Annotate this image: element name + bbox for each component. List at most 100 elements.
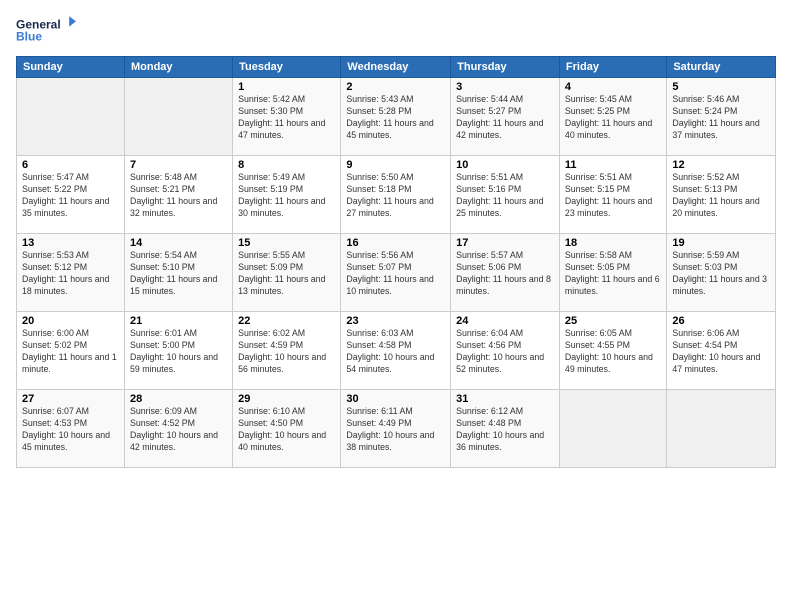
- calendar-cell: 11Sunrise: 5:51 AM Sunset: 5:15 PM Dayli…: [559, 156, 666, 234]
- day-number: 2: [346, 81, 445, 93]
- calendar-cell: 16Sunrise: 5:56 AM Sunset: 5:07 PM Dayli…: [341, 234, 451, 312]
- calendar-cell: 27Sunrise: 6:07 AM Sunset: 4:53 PM Dayli…: [17, 390, 125, 468]
- calendar-cell: 26Sunrise: 6:06 AM Sunset: 4:54 PM Dayli…: [667, 312, 776, 390]
- calendar-week-row: 1Sunrise: 5:42 AM Sunset: 5:30 PM Daylig…: [17, 78, 776, 156]
- day-info: Sunrise: 5:46 AM Sunset: 5:24 PM Dayligh…: [672, 94, 770, 142]
- calendar-cell: 21Sunrise: 6:01 AM Sunset: 5:00 PM Dayli…: [124, 312, 232, 390]
- weekday-row: SundayMondayTuesdayWednesdayThursdayFrid…: [17, 57, 776, 78]
- calendar-cell: 2Sunrise: 5:43 AM Sunset: 5:28 PM Daylig…: [341, 78, 451, 156]
- calendar-cell: 3Sunrise: 5:44 AM Sunset: 5:27 PM Daylig…: [451, 78, 560, 156]
- calendar-cell: 9Sunrise: 5:50 AM Sunset: 5:18 PM Daylig…: [341, 156, 451, 234]
- calendar-cell: 19Sunrise: 5:59 AM Sunset: 5:03 PM Dayli…: [667, 234, 776, 312]
- calendar-week-row: 13Sunrise: 5:53 AM Sunset: 5:12 PM Dayli…: [17, 234, 776, 312]
- day-number: 9: [346, 159, 445, 171]
- calendar-table: SundayMondayTuesdayWednesdayThursdayFrid…: [16, 56, 776, 468]
- weekday-header: Monday: [124, 57, 232, 78]
- day-info: Sunrise: 6:06 AM Sunset: 4:54 PM Dayligh…: [672, 328, 770, 376]
- calendar-cell: [667, 390, 776, 468]
- day-info: Sunrise: 5:55 AM Sunset: 5:09 PM Dayligh…: [238, 250, 335, 298]
- day-info: Sunrise: 5:45 AM Sunset: 5:25 PM Dayligh…: [565, 94, 661, 142]
- calendar-week-row: 6Sunrise: 5:47 AM Sunset: 5:22 PM Daylig…: [17, 156, 776, 234]
- calendar-cell: 6Sunrise: 5:47 AM Sunset: 5:22 PM Daylig…: [17, 156, 125, 234]
- calendar-cell: 8Sunrise: 5:49 AM Sunset: 5:19 PM Daylig…: [233, 156, 341, 234]
- day-number: 3: [456, 81, 554, 93]
- calendar-cell: 15Sunrise: 5:55 AM Sunset: 5:09 PM Dayli…: [233, 234, 341, 312]
- day-number: 1: [238, 81, 335, 93]
- calendar-cell: 22Sunrise: 6:02 AM Sunset: 4:59 PM Dayli…: [233, 312, 341, 390]
- calendar-cell: 31Sunrise: 6:12 AM Sunset: 4:48 PM Dayli…: [451, 390, 560, 468]
- calendar-cell: 18Sunrise: 5:58 AM Sunset: 5:05 PM Dayli…: [559, 234, 666, 312]
- calendar-cell: 13Sunrise: 5:53 AM Sunset: 5:12 PM Dayli…: [17, 234, 125, 312]
- day-info: Sunrise: 5:44 AM Sunset: 5:27 PM Dayligh…: [456, 94, 554, 142]
- day-info: Sunrise: 6:12 AM Sunset: 4:48 PM Dayligh…: [456, 406, 554, 454]
- day-info: Sunrise: 5:50 AM Sunset: 5:18 PM Dayligh…: [346, 172, 445, 220]
- day-info: Sunrise: 5:49 AM Sunset: 5:19 PM Dayligh…: [238, 172, 335, 220]
- weekday-header: Sunday: [17, 57, 125, 78]
- calendar-cell: 5Sunrise: 5:46 AM Sunset: 5:24 PM Daylig…: [667, 78, 776, 156]
- day-info: Sunrise: 5:43 AM Sunset: 5:28 PM Dayligh…: [346, 94, 445, 142]
- calendar-week-row: 20Sunrise: 6:00 AM Sunset: 5:02 PM Dayli…: [17, 312, 776, 390]
- day-number: 4: [565, 81, 661, 93]
- day-number: 13: [22, 237, 119, 249]
- day-number: 7: [130, 159, 227, 171]
- weekday-header: Tuesday: [233, 57, 341, 78]
- calendar-cell: 25Sunrise: 6:05 AM Sunset: 4:55 PM Dayli…: [559, 312, 666, 390]
- day-info: Sunrise: 6:07 AM Sunset: 4:53 PM Dayligh…: [22, 406, 119, 454]
- day-number: 18: [565, 237, 661, 249]
- calendar-cell: 4Sunrise: 5:45 AM Sunset: 5:25 PM Daylig…: [559, 78, 666, 156]
- svg-text:Blue: Blue: [16, 29, 42, 43]
- calendar-cell: 20Sunrise: 6:00 AM Sunset: 5:02 PM Dayli…: [17, 312, 125, 390]
- calendar-body: 1Sunrise: 5:42 AM Sunset: 5:30 PM Daylig…: [17, 78, 776, 468]
- day-number: 26: [672, 315, 770, 327]
- page: General Blue SundayMondayTuesdayWednesda…: [0, 0, 792, 612]
- day-info: Sunrise: 6:09 AM Sunset: 4:52 PM Dayligh…: [130, 406, 227, 454]
- day-number: 21: [130, 315, 227, 327]
- day-number: 30: [346, 393, 445, 405]
- calendar-cell: 10Sunrise: 5:51 AM Sunset: 5:16 PM Dayli…: [451, 156, 560, 234]
- day-info: Sunrise: 5:56 AM Sunset: 5:07 PM Dayligh…: [346, 250, 445, 298]
- weekday-header: Thursday: [451, 57, 560, 78]
- day-number: 28: [130, 393, 227, 405]
- day-info: Sunrise: 6:03 AM Sunset: 4:58 PM Dayligh…: [346, 328, 445, 376]
- day-number: 14: [130, 237, 227, 249]
- day-info: Sunrise: 5:42 AM Sunset: 5:30 PM Dayligh…: [238, 94, 335, 142]
- day-info: Sunrise: 6:11 AM Sunset: 4:49 PM Dayligh…: [346, 406, 445, 454]
- header: General Blue: [16, 12, 776, 48]
- day-info: Sunrise: 6:00 AM Sunset: 5:02 PM Dayligh…: [22, 328, 119, 376]
- calendar-cell: [559, 390, 666, 468]
- day-info: Sunrise: 5:57 AM Sunset: 5:06 PM Dayligh…: [456, 250, 554, 298]
- day-number: 29: [238, 393, 335, 405]
- calendar-cell: 7Sunrise: 5:48 AM Sunset: 5:21 PM Daylig…: [124, 156, 232, 234]
- day-info: Sunrise: 5:59 AM Sunset: 5:03 PM Dayligh…: [672, 250, 770, 298]
- calendar-cell: 1Sunrise: 5:42 AM Sunset: 5:30 PM Daylig…: [233, 78, 341, 156]
- day-info: Sunrise: 6:02 AM Sunset: 4:59 PM Dayligh…: [238, 328, 335, 376]
- day-number: 12: [672, 159, 770, 171]
- calendar-cell: 14Sunrise: 5:54 AM Sunset: 5:10 PM Dayli…: [124, 234, 232, 312]
- day-info: Sunrise: 5:58 AM Sunset: 5:05 PM Dayligh…: [565, 250, 661, 298]
- day-number: 22: [238, 315, 335, 327]
- logo-svg: General Blue: [16, 12, 76, 48]
- day-number: 23: [346, 315, 445, 327]
- weekday-header: Wednesday: [341, 57, 451, 78]
- day-info: Sunrise: 6:04 AM Sunset: 4:56 PM Dayligh…: [456, 328, 554, 376]
- weekday-header: Friday: [559, 57, 666, 78]
- day-info: Sunrise: 5:53 AM Sunset: 5:12 PM Dayligh…: [22, 250, 119, 298]
- day-number: 19: [672, 237, 770, 249]
- day-number: 5: [672, 81, 770, 93]
- calendar-cell: [17, 78, 125, 156]
- day-info: Sunrise: 6:05 AM Sunset: 4:55 PM Dayligh…: [565, 328, 661, 376]
- day-number: 15: [238, 237, 335, 249]
- calendar-cell: 17Sunrise: 5:57 AM Sunset: 5:06 PM Dayli…: [451, 234, 560, 312]
- day-number: 8: [238, 159, 335, 171]
- calendar-cell: 28Sunrise: 6:09 AM Sunset: 4:52 PM Dayli…: [124, 390, 232, 468]
- calendar-cell: [124, 78, 232, 156]
- day-number: 31: [456, 393, 554, 405]
- day-info: Sunrise: 5:51 AM Sunset: 5:16 PM Dayligh…: [456, 172, 554, 220]
- day-number: 17: [456, 237, 554, 249]
- day-info: Sunrise: 6:10 AM Sunset: 4:50 PM Dayligh…: [238, 406, 335, 454]
- day-number: 10: [456, 159, 554, 171]
- day-info: Sunrise: 5:54 AM Sunset: 5:10 PM Dayligh…: [130, 250, 227, 298]
- day-number: 16: [346, 237, 445, 249]
- calendar-week-row: 27Sunrise: 6:07 AM Sunset: 4:53 PM Dayli…: [17, 390, 776, 468]
- calendar-cell: 23Sunrise: 6:03 AM Sunset: 4:58 PM Dayli…: [341, 312, 451, 390]
